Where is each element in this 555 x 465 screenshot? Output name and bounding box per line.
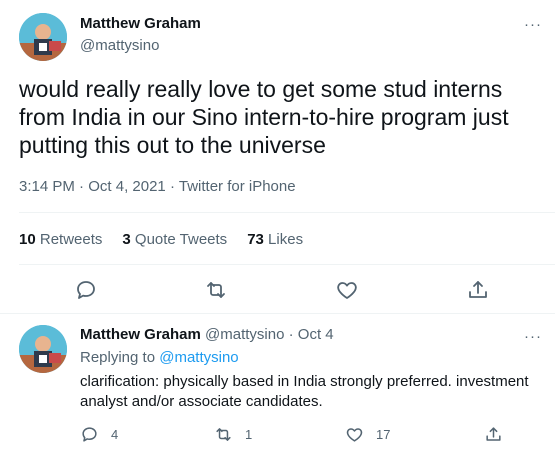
retweets-label: Retweets [39, 231, 103, 248]
divider [0, 313, 555, 314]
author-handle[interactable]: @mattysino [80, 37, 159, 54]
tweet-time[interactable]: 3:14 PM [19, 178, 75, 195]
reply-icon [82, 427, 97, 442]
retweet-icon[interactable] [204, 278, 228, 302]
share-icon [486, 427, 501, 441]
retweets-stat[interactable]: 10 Retweets [19, 231, 102, 248]
quotes-count: 3 [122, 231, 131, 248]
reply-icon[interactable] [74, 278, 98, 302]
reply-share-button[interactable] [484, 425, 503, 444]
meta-separator: · [79, 178, 85, 195]
more-options-icon[interactable]: ··· [524, 328, 542, 345]
like-count: 17 [376, 427, 391, 442]
meta-separator: · [169, 178, 175, 195]
replying-to-handle[interactable]: @mattysino [159, 349, 238, 366]
quotes-label: Quote Tweets [134, 231, 228, 248]
divider [19, 212, 555, 213]
author-name[interactable]: Matthew Graham [80, 15, 201, 32]
likes-stat[interactable]: 73 Likes [247, 231, 303, 248]
reply-like-button[interactable]: 17 [345, 425, 390, 444]
retweet-icon [216, 428, 231, 441]
reply-text: clarification: physically based in India… [80, 373, 529, 410]
divider [19, 264, 555, 265]
tweet-source[interactable]: Twitter for iPhone [179, 178, 296, 195]
reply-reply-button[interactable]: 4 [80, 425, 118, 444]
reply-author-name[interactable]: Matthew Graham [80, 326, 201, 343]
replying-to-label: Replying to [80, 349, 156, 366]
tweet-meta: 3:14 PM · Oct 4, 2021 · Twitter for iPho… [19, 178, 296, 195]
tweet-stats: 10 Retweets 3 Quote Tweets 73 Likes [19, 231, 303, 248]
tweet-date[interactable]: Oct 4, 2021 [88, 178, 166, 195]
replying-to: Replying to @mattysino [80, 349, 239, 366]
like-icon[interactable] [335, 278, 359, 302]
quotes-stat[interactable]: 3 Quote Tweets [122, 231, 227, 248]
tweet-text: would really really love to get some stu… [19, 76, 509, 158]
share-icon[interactable] [466, 278, 490, 302]
avatar[interactable] [19, 325, 67, 373]
retweets-count: 10 [19, 231, 36, 248]
reply-header: Matthew Graham @mattysino · Oct 4 [80, 326, 334, 343]
likes-count: 73 [247, 231, 264, 248]
reply-count: 4 [111, 427, 119, 442]
retweet-count: 1 [245, 427, 253, 442]
likes-label: Likes [268, 231, 304, 248]
like-icon [346, 428, 363, 442]
avatar[interactable] [19, 13, 67, 61]
reply-date[interactable]: Oct 4 [298, 326, 334, 343]
meta-separator: · [288, 326, 294, 343]
reply-author-handle[interactable]: @mattysino [205, 326, 284, 343]
reply-retweet-button[interactable]: 1 [214, 425, 252, 444]
more-options-icon[interactable]: ··· [524, 16, 542, 33]
